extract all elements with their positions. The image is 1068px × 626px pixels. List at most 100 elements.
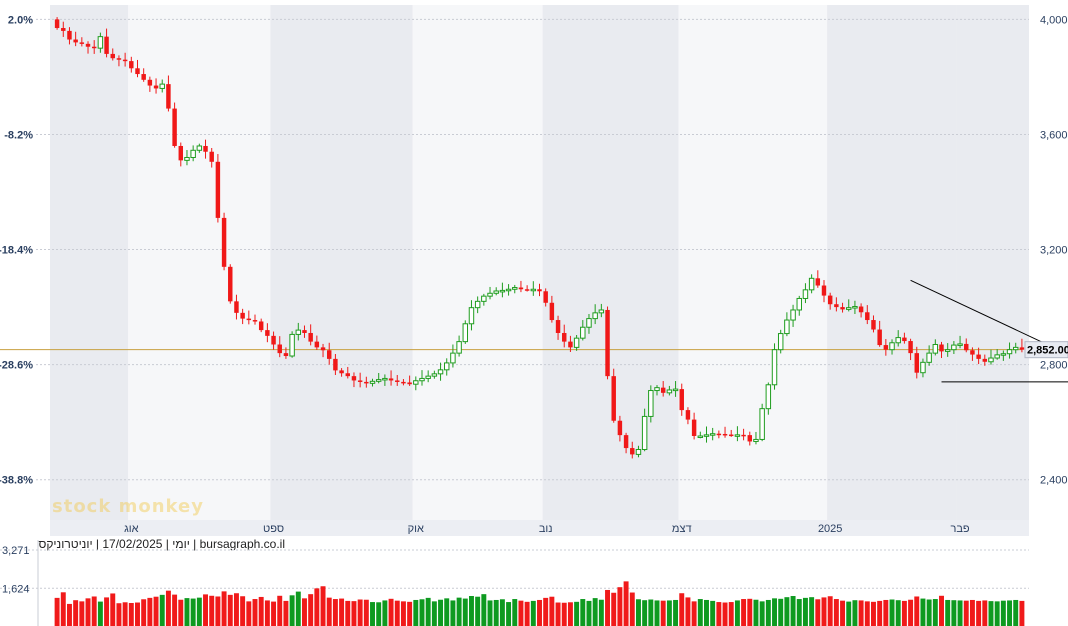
candle-body [252,320,258,322]
candle-body [648,390,654,417]
candle-body [530,288,537,292]
candle-body [166,84,171,109]
month-band [956,5,1029,520]
volume-bar [184,598,190,626]
candle-body [265,330,270,336]
candle-body [401,381,406,384]
volume-bar [141,599,147,626]
volume-bar [227,594,233,626]
volume-bar [957,600,963,626]
volume-bar [122,602,128,626]
volume-bar [815,599,821,626]
candle-body [283,353,289,357]
candle-body [555,320,561,333]
volume-bar [920,598,926,626]
month-label: נוב [539,523,553,535]
candle-body [122,59,128,62]
candle-body [573,337,580,348]
candle-body [914,353,919,373]
candle-body [153,85,159,89]
volume-bar [91,596,97,626]
candle-body [709,433,716,436]
volume-bar [339,598,345,626]
volume-bar [1007,600,1013,626]
volume-bar [357,599,363,626]
volume-bar [901,600,907,626]
volume-bar [1013,599,1019,626]
volume-bar [277,595,283,626]
volume-bar [685,597,691,626]
info-line: יומי | 17/02/2025 | יוניטרוניקס | bursag… [38,537,285,551]
candle-body [203,145,208,152]
month-label: אוג [124,523,139,535]
candle-body [116,58,122,60]
candle-body [944,349,951,352]
volume-bar [110,593,116,626]
right-axis-label: 2,800 [1040,360,1068,372]
volume-bar [302,598,307,626]
volume-bar [431,601,437,626]
volume-bar [407,601,413,626]
volume-bar [673,599,679,626]
volume-bar [116,603,122,626]
volume-bar [314,588,320,626]
candle-body [790,309,796,321]
volume-bar [524,601,530,626]
candle-body [437,369,444,375]
candle-body [351,376,357,381]
volume-bar [852,600,858,626]
candle-body [314,341,320,348]
candle-body [722,433,728,436]
volume-bar [240,596,246,626]
candle-body [902,337,907,342]
volume-bar [704,599,709,626]
candle-body [877,329,882,346]
candle-body [796,297,802,311]
candle-body [957,343,963,346]
volume-bar [499,599,505,626]
candle-body [630,448,635,455]
volume-bar [772,598,777,626]
volume-bar [233,593,239,626]
candle-body [808,277,815,291]
volume-bar [691,601,697,626]
candle-body [1006,349,1013,355]
candle-body [771,349,778,386]
candle-body [295,329,302,335]
volume-bar [468,596,474,626]
volume-bar [951,600,957,626]
volume-axis-labels: 3,271 1,624 [2,545,30,595]
volume-bar [258,596,264,626]
left-axis-label: -18.4% [0,245,33,257]
candle-body [518,287,524,290]
left-axis-label: -8.2% [4,129,33,141]
volume-bar [635,599,641,626]
volume-bar [444,598,450,626]
price-volume-chart: stock monkey 2.0% -8.2% -18.4% -28.6% -38.8%… [0,5,1068,626]
volume-bar [221,591,227,626]
volume-bar [623,581,629,626]
volume-bar [883,599,889,626]
volume-bar [456,597,462,626]
candle-body [858,306,864,313]
right-axis-label: 3,600 [1040,129,1068,141]
candle-body [728,434,734,437]
month-label: אוק [408,523,424,535]
volume-bar [135,602,140,626]
volume-bar [809,597,815,626]
volume-bar [209,595,215,626]
volume-bar [85,598,91,626]
volume-bar [425,597,431,626]
volume-bar [60,592,66,626]
candle-body [419,377,425,382]
candle-body [759,408,765,440]
candle-body [635,449,642,455]
volume-bar [1000,600,1006,626]
volume-bar [104,597,110,626]
candle-body [976,354,981,359]
volume-bar [988,601,994,626]
candle-body [568,341,573,348]
candle-body [834,304,839,308]
candle-body [110,53,115,59]
candle-body [951,344,957,351]
